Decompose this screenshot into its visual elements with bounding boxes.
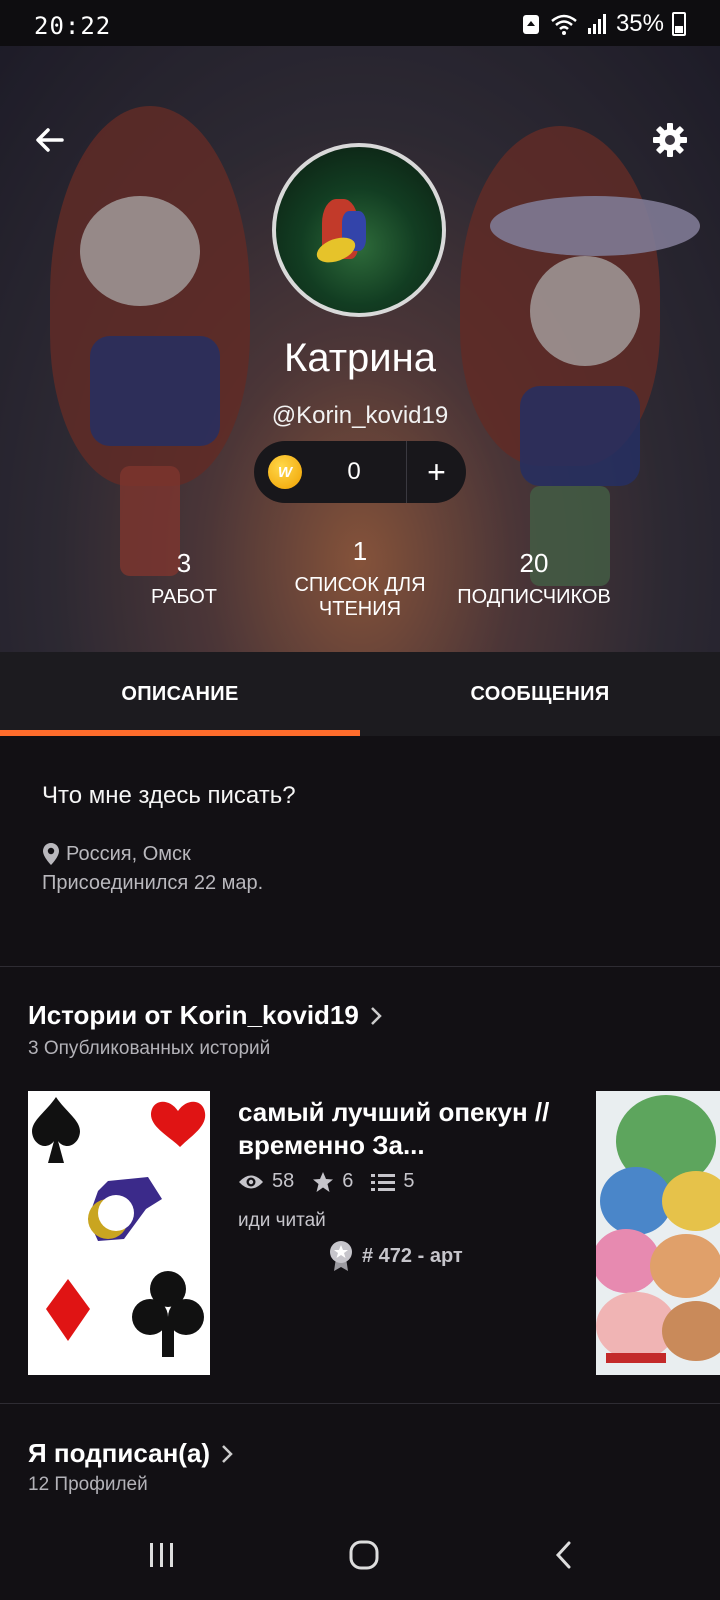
story-rank-text: # 472 - арт	[362, 1244, 463, 1267]
status-time: 20:22	[34, 12, 112, 40]
story-stats: 58 6 5	[238, 1170, 415, 1193]
status-bar: 20:22 35%	[0, 0, 720, 46]
following-section-header[interactable]: Я подписан(а)	[28, 1438, 234, 1469]
stat-followers-label: ПОДПИСЧИКОВ	[457, 586, 611, 608]
story-title[interactable]: самый лучший опекун //временно За...	[238, 1096, 578, 1162]
battery-icon	[672, 12, 686, 36]
location: Россия, Омск	[42, 842, 191, 866]
recent-apps-button[interactable]	[132, 1530, 192, 1580]
stories-title: Истории от Korin_kovid19	[28, 1000, 359, 1030]
stories-count: 3 Опубликованных историй	[28, 1038, 271, 1059]
next-story-cover[interactable]	[596, 1091, 720, 1375]
system-navigation-bar	[0, 1510, 720, 1600]
location-text: Россия, Омск	[66, 842, 191, 865]
battery-percent: 35%	[615, 10, 664, 37]
story-tag: иди читай	[238, 1210, 326, 1231]
system-back-button[interactable]	[534, 1530, 594, 1580]
about-text: Что мне здесь писать?	[42, 782, 296, 809]
add-coins-button[interactable]: +	[407, 454, 466, 491]
stat-reading-lists-label: СПИСОК ДЛЯ ЧТЕНИЯ	[294, 574, 426, 620]
gear-icon	[653, 123, 687, 157]
story-votes: 6	[342, 1170, 354, 1192]
stories-section-header[interactable]: Истории от Korin_kovid19	[28, 1000, 383, 1031]
story-parts: 5	[403, 1170, 415, 1192]
home-button[interactable]	[334, 1530, 394, 1580]
recent-apps-icon	[150, 1543, 173, 1567]
ranking-badge-icon	[330, 1241, 352, 1271]
chevron-right-icon	[370, 1006, 382, 1025]
eye-icon	[239, 1175, 263, 1188]
arrow-left-icon	[36, 128, 64, 152]
about-section: Что мне здесь писать? Россия, Омск Присо…	[0, 736, 720, 966]
avatar[interactable]	[272, 143, 446, 317]
star-icon	[313, 1171, 334, 1192]
following-count: 12 Профилей	[28, 1474, 148, 1495]
following-title: Я подписан(а)	[28, 1438, 211, 1468]
stat-reading-lists-value: 1	[352, 536, 368, 566]
home-icon	[349, 1540, 379, 1570]
story-views: 58	[272, 1170, 295, 1192]
recycle-icon	[522, 15, 539, 34]
stat-followers[interactable]: 20 ПОДПИСЧИКОВ	[434, 548, 634, 609]
signal-icon	[587, 14, 606, 34]
chevron-left-icon	[555, 1541, 571, 1569]
profile-handle: @Korin_kovid19	[271, 402, 449, 429]
stat-followers-value: 20	[519, 548, 549, 578]
chevron-right-icon	[222, 1444, 233, 1463]
cards-cover-art	[32, 1097, 206, 1357]
coin-icon: W	[268, 455, 302, 489]
list-icon	[371, 1173, 396, 1191]
joined-date: Присоединился 22 мар.	[42, 872, 264, 894]
settings-button[interactable]	[642, 112, 698, 168]
profile-tabs: ОПИСАНИЕ СООБЩЕНИЯ	[0, 652, 720, 736]
stat-reading-lists[interactable]: 1 СПИСОК ДЛЯ ЧТЕНИЯ	[260, 536, 460, 621]
location-pin-icon	[43, 843, 59, 865]
tab-description[interactable]: ОПИСАНИЕ	[0, 652, 360, 736]
wifi-icon	[551, 14, 577, 35]
story-cover[interactable]	[28, 1091, 210, 1375]
stat-works[interactable]: 3 РАБОТ	[84, 548, 284, 609]
story-rank[interactable]: # 472 - арт	[328, 1240, 463, 1272]
coin-count: 0	[347, 458, 361, 485]
tab-messages[interactable]: СООБЩЕНИЯ	[360, 652, 720, 736]
stat-works-value: 3	[176, 548, 192, 578]
stat-works-label: РАБОТ	[150, 586, 217, 608]
status-icons: 35%	[520, 10, 686, 38]
coins-widget: W 0 +	[254, 441, 466, 503]
profile-name: Катрина	[284, 336, 436, 380]
drawing-cover-art	[596, 1091, 720, 1375]
back-button[interactable]	[22, 112, 78, 168]
